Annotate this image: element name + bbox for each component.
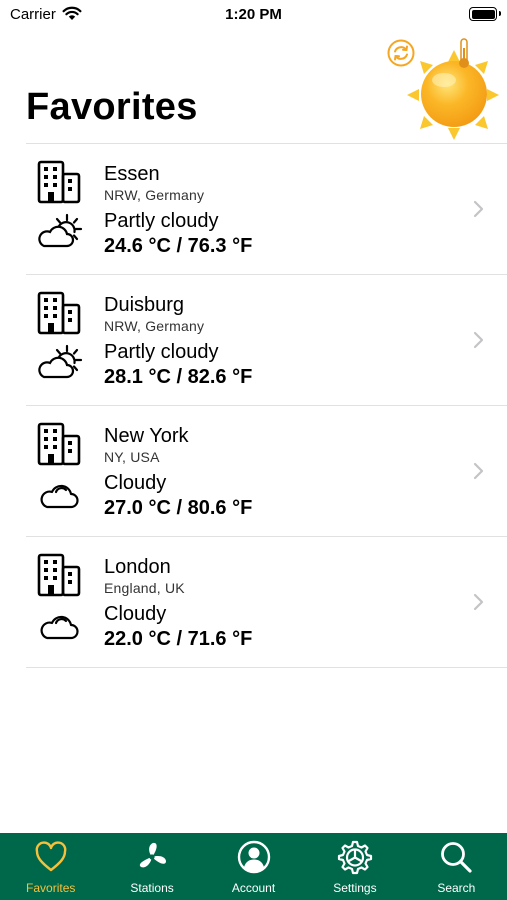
favorites-list: Essen NRW, Germany Partly cloudy 24.6 °C… <box>26 143 507 668</box>
city-name: Duisburg <box>104 294 185 316</box>
search-icon <box>441 842 472 873</box>
tab-label: Account <box>231 881 276 895</box>
city-name: London <box>104 556 171 578</box>
temperature-label: 27.0 °C / 80.6 °F <box>104 497 253 519</box>
account-icon <box>237 840 270 874</box>
battery-icon <box>469 7 501 21</box>
status-bar: Carrier 1:20 PM <box>0 0 507 30</box>
tab-label: Favorites <box>26 881 76 895</box>
tab-settings[interactable]: Settings <box>304 833 405 900</box>
condition-label: Cloudy <box>104 603 167 625</box>
tab-stations[interactable]: Stations <box>101 833 202 900</box>
partly-cloudy-icon <box>38 213 83 248</box>
page-title: Favorites <box>26 86 198 128</box>
city-name: New York <box>104 425 189 447</box>
condition-label: Partly cloudy <box>104 210 219 232</box>
status-time: 1:20 PM <box>225 6 282 23</box>
temperature-label: 24.6 °C / 76.3 °F <box>104 235 253 257</box>
city-building-icon <box>37 291 81 335</box>
condition-label: Cloudy <box>104 472 167 494</box>
tab-account[interactable]: Account <box>203 833 304 900</box>
chevron-right-icon <box>473 593 484 611</box>
tab-label: Stations <box>130 881 174 895</box>
favorite-row[interactable]: Duisburg NRW, Germany Partly cloudy 28.1… <box>26 275 507 406</box>
favorite-row[interactable]: New York NY, USA Cloudy 27.0 °C / 80.6 °… <box>26 406 507 537</box>
tab-search[interactable]: Search <box>406 833 507 900</box>
favorite-row[interactable]: Essen NRW, Germany Partly cloudy 24.6 °C… <box>26 144 507 275</box>
temperature-label: 22.0 °C / 71.6 °F <box>104 628 253 650</box>
cloudy-icon <box>40 484 79 509</box>
chevron-right-icon <box>473 331 484 349</box>
condition-label: Partly cloudy <box>104 341 219 363</box>
fan-icon <box>139 842 167 868</box>
cloudy-icon <box>40 615 79 640</box>
city-building-icon <box>37 422 81 466</box>
region-label: NRW, Germany <box>104 318 205 334</box>
region-label: NRW, Germany <box>104 187 205 203</box>
city-name: Essen <box>104 163 160 185</box>
partly-cloudy-icon <box>38 344 83 379</box>
tab-bar: Favorites Stations Account Settings Sear… <box>0 833 507 900</box>
temperature-label: 28.1 °C / 82.6 °F <box>104 366 253 388</box>
heart-icon <box>35 841 67 872</box>
tab-label: Settings <box>333 881 377 895</box>
gear-icon <box>337 840 373 875</box>
city-building-icon <box>37 553 81 597</box>
tab-label: Search <box>437 881 476 895</box>
chevron-right-icon <box>473 200 484 218</box>
tab-favorites[interactable]: Favorites <box>0 833 101 900</box>
region-label: NY, USA <box>104 449 160 465</box>
region-label: England, UK <box>104 580 185 596</box>
city-building-icon <box>37 160 81 204</box>
chevron-right-icon <box>473 462 484 480</box>
favorite-row[interactable]: London England, UK Cloudy 22.0 °C / 71.6… <box>26 537 507 668</box>
refresh-icon[interactable] <box>386 38 416 68</box>
